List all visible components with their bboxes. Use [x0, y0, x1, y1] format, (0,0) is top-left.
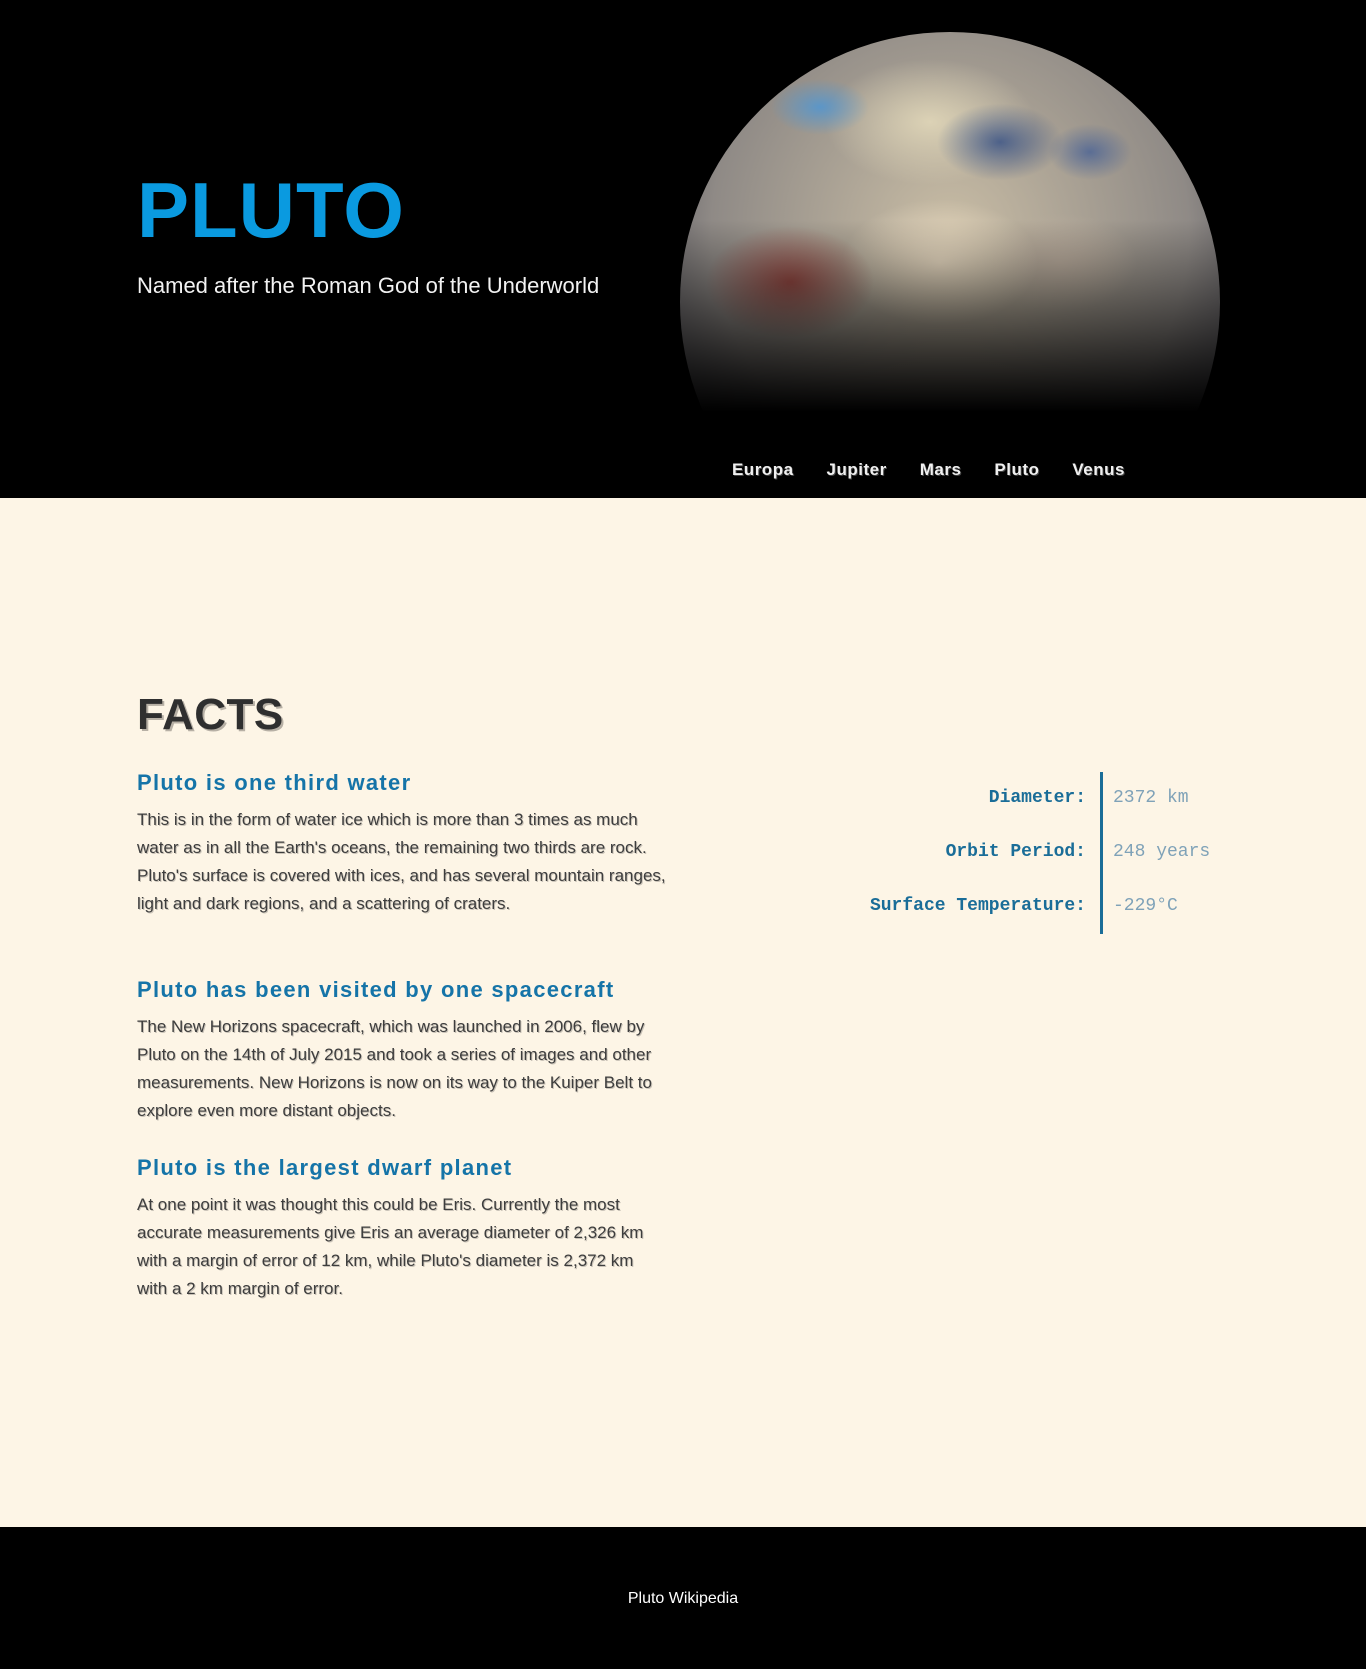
facts-heading: FACTS — [137, 690, 284, 739]
fact-title: Pluto is one third water — [137, 770, 412, 795]
stat-row-orbit-period: Orbit Period: 248 years — [840, 842, 1240, 872]
nav-link-pluto[interactable]: Pluto — [994, 460, 1039, 480]
fact-title: Pluto has been visited by one spacecraft — [137, 977, 615, 1002]
main-nav: Europa Jupiter Mars Pluto Venus — [732, 460, 1125, 480]
stats-panel: Diameter: 2372 km Orbit Period: 248 year… — [840, 772, 1240, 934]
wikipedia-link[interactable]: Pluto Wikipedia — [0, 1590, 1366, 1608]
stat-row-diameter: Diameter: 2372 km — [840, 788, 1240, 818]
stat-label: Surface Temperature: — [869, 896, 1086, 916]
stat-label: Orbit Period: — [945, 842, 1086, 862]
stat-label: Diameter: — [988, 788, 1086, 808]
page-footer: Pluto Wikipedia — [0, 1527, 1366, 1669]
fact-item: Pluto has been visited by one spacecraft… — [137, 977, 667, 1125]
nav-link-venus[interactable]: Venus — [1072, 460, 1125, 480]
fact-body: This is in the form of water ice which i… — [137, 810, 666, 913]
nav-link-jupiter[interactable]: Jupiter — [827, 460, 887, 480]
fact-body: At one point it was thought this could b… — [137, 1195, 644, 1298]
nav-link-europa[interactable]: Europa — [732, 460, 794, 480]
pluto-planet-image — [680, 30, 1225, 450]
page-header: PLUTO Named after the Roman God of the U… — [0, 0, 1263, 498]
fact-title: Pluto is the largest dwarf planet — [137, 1155, 513, 1180]
stat-value: 248 years — [1113, 842, 1211, 862]
page-subtitle: Named after the Roman God of the Underwo… — [137, 273, 600, 298]
fact-body: The New Horizons spacecraft, which was l… — [137, 1017, 652, 1120]
nav-link-mars[interactable]: Mars — [920, 460, 962, 480]
stat-value: -229°C — [1113, 896, 1178, 916]
fact-item: Pluto is the largest dwarf planet At one… — [137, 1155, 667, 1303]
stat-value: 2372 km — [1113, 788, 1189, 808]
planet-shadow — [680, 220, 1225, 450]
header-edge — [1263, 0, 1366, 498]
stat-row-surface-temperature: Surface Temperature: -229°C — [840, 896, 1240, 926]
page-title: PLUTO — [137, 166, 405, 254]
fact-item: Pluto is one third water This is in the … — [137, 770, 667, 918]
